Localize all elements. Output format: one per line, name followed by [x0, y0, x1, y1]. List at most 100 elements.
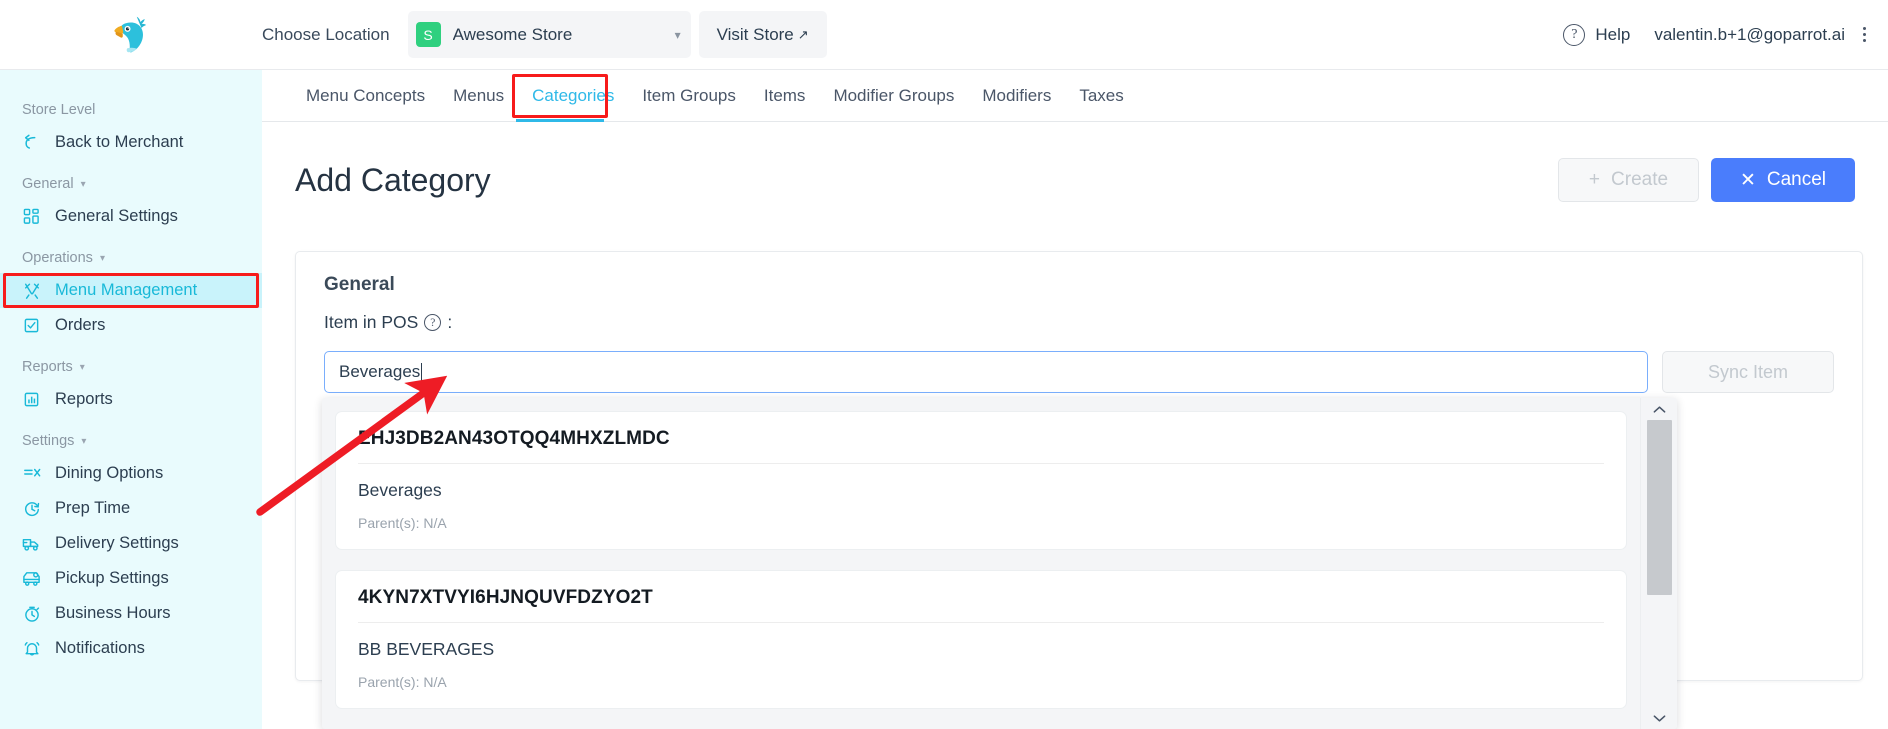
result-id: EHJ3DB2AN43OTQQ4MHXZLMDC	[358, 428, 1604, 464]
sidebar-group-label: Operations	[22, 250, 93, 266]
text-caret	[421, 362, 423, 382]
sidebar-item-label: Back to Merchant	[55, 133, 184, 151]
sidebar-item-menu-management[interactable]: Menu Management	[0, 273, 262, 308]
sidebar-item-delivery-settings[interactable]: Delivery Settings	[0, 526, 262, 561]
tab-modifier-groups[interactable]: Modifier Groups	[819, 71, 968, 121]
result-parents: Parent(s): N/A	[358, 674, 447, 690]
chevron-down-icon: ▾	[674, 27, 681, 42]
item-in-pos-search-row: Beverages Sync Item	[324, 351, 1834, 393]
sidebar-group-operations[interactable]: Operations ▾	[0, 250, 262, 266]
tab-items[interactable]: Items	[750, 71, 820, 121]
result-name: Beverages	[358, 480, 442, 500]
location-select[interactable]: S Awesome Store ▾	[407, 11, 691, 58]
tab-categories[interactable]: Categories	[518, 71, 628, 121]
close-x-icon: ✕	[1739, 169, 1756, 191]
sidebar-item-label: Notifications	[55, 639, 145, 657]
cancel-button[interactable]: ✕ Cancel	[1711, 158, 1855, 202]
sidebar-group-label: Store Level	[22, 102, 96, 118]
chevron-down-icon[interactable]	[1641, 707, 1678, 729]
sidebar-item-business-hours[interactable]: Business Hours	[0, 596, 262, 631]
sidebar-item-label: Pickup Settings	[55, 569, 169, 587]
sidebar-group-label: General	[22, 176, 74, 192]
back-arrow-icon	[22, 133, 41, 152]
chevron-down-icon: ▾	[79, 361, 85, 373]
help-link[interactable]: Help	[1595, 25, 1630, 45]
page-actions: + Create ✕ Cancel	[1558, 158, 1855, 202]
sidebar-item-pickup-settings[interactable]: Pickup Settings	[0, 561, 262, 596]
more-vertical-icon[interactable]	[1855, 23, 1874, 46]
delivery-truck-icon	[22, 534, 41, 553]
sidebar-item-general-settings[interactable]: General Settings	[0, 199, 262, 234]
question-circle-icon[interactable]: ?	[1563, 23, 1586, 46]
user-email-label[interactable]: valentin.b+1@goparrot.ai	[1654, 25, 1845, 45]
choose-location-label: Choose Location	[262, 24, 390, 44]
location-name: Awesome Store	[452, 24, 573, 44]
dropdown-result-item[interactable]: 4KYN7XTVYI6HJNQUVFDZYO2T BB BEVERAGES Pa…	[335, 570, 1627, 709]
question-circle-icon[interactable]: ?	[424, 314, 442, 331]
create-button-label: Create	[1611, 169, 1669, 190]
sidebar-item-reports[interactable]: Reports	[0, 382, 262, 417]
tab-menu-concepts[interactable]: Menu Concepts	[292, 71, 439, 121]
sidebar-item-label: Business Hours	[55, 604, 171, 622]
tab-menus[interactable]: Menus	[439, 71, 518, 121]
sidebar-item-notifications[interactable]: Notifications	[0, 631, 262, 666]
sidebar-item-label: General Settings	[55, 207, 178, 225]
dining-options-icon	[22, 464, 41, 483]
app-logo[interactable]	[0, 0, 262, 70]
sidebar-item-orders[interactable]: Orders	[0, 308, 262, 343]
visit-store-label: Visit Store	[716, 24, 794, 44]
tab-item-groups[interactable]: Item Groups	[628, 71, 750, 121]
tab-taxes[interactable]: Taxes	[1065, 71, 1137, 121]
clock-refresh-icon	[22, 499, 41, 518]
result-parents: Parent(s): N/A	[358, 515, 447, 531]
clipboard-check-icon	[22, 316, 41, 335]
scrollbar-track[interactable]	[1641, 420, 1678, 707]
chevron-up-icon[interactable]	[1641, 398, 1678, 420]
pickup-bag-icon	[22, 569, 41, 588]
sidebar: Store Level Back to Merchant General ▾ G…	[0, 70, 262, 729]
result-name: BB BEVERAGES	[358, 639, 495, 659]
sidebar-group-label: Settings	[22, 433, 75, 449]
sidebar-group-settings[interactable]: Settings ▾	[0, 433, 262, 449]
create-button[interactable]: + Create	[1558, 158, 1699, 202]
plus-icon: +	[1588, 169, 1601, 190]
sync-item-button[interactable]: Sync Item	[1662, 351, 1834, 393]
external-link-icon: ↗	[797, 26, 809, 42]
dropdown-scrollbar[interactable]	[1640, 398, 1677, 729]
sidebar-group-general[interactable]: General ▾	[0, 176, 262, 192]
sidebar-group-reports[interactable]: Reports ▾	[0, 359, 262, 375]
result-id: 4KYN7XTVYI6HJNQUVFDZYO2T	[358, 587, 1604, 623]
item-in-pos-colon: :	[447, 312, 453, 332]
app-header: Choose Location S Awesome Store ▾ Visit …	[0, 0, 1888, 70]
store-badge: S	[415, 22, 441, 47]
cancel-button-label: Cancel	[1766, 169, 1827, 190]
sidebar-item-dining-options[interactable]: Dining Options	[0, 456, 262, 491]
dropdown-result-item[interactable]: EHJ3DB2AN43OTQQ4MHXZLMDC Beverages Paren…	[335, 411, 1627, 550]
sidebar-item-back-to-merchant[interactable]: Back to Merchant	[0, 125, 262, 160]
fork-knife-icon	[22, 281, 41, 300]
parrot-logo-icon	[114, 16, 147, 52]
bar-chart-icon	[22, 390, 41, 409]
visit-store-button[interactable]: Visit Store ↗	[698, 11, 827, 58]
grid-squares-icon	[22, 207, 41, 226]
menu-management-tabs: Menu Concepts Menus Categories Item Grou…	[262, 70, 1888, 122]
item-in-pos-label: Item in POS	[324, 312, 419, 332]
stopwatch-icon	[22, 604, 41, 623]
sidebar-item-label: Dining Options	[55, 464, 164, 482]
sidebar-item-label: Orders	[55, 316, 106, 334]
pos-item-search-dropdown: EHJ3DB2AN43OTQQ4MHXZLMDC Beverages Paren…	[322, 398, 1677, 729]
header-right-cluster: ? Help valentin.b+1@goparrot.ai	[1563, 23, 1888, 46]
sync-item-label: Sync Item	[1708, 361, 1789, 382]
tab-active-underline	[516, 119, 604, 122]
item-in-pos-search-input[interactable]: Beverages	[324, 351, 1649, 393]
bell-icon	[22, 639, 41, 658]
general-section-heading: General	[324, 274, 395, 295]
scrollbar-thumb[interactable]	[1646, 420, 1672, 595]
chevron-down-icon: ▾	[99, 252, 105, 264]
sidebar-item-prep-time[interactable]: Prep Time	[0, 491, 262, 526]
sidebar-group-store-level: Store Level	[0, 102, 262, 118]
tab-modifiers[interactable]: Modifiers	[968, 71, 1065, 121]
sidebar-item-label: Prep Time	[55, 499, 131, 517]
page-header: Add Category + Create ✕ Cancel	[262, 122, 1888, 202]
chevron-down-icon: ▾	[81, 435, 87, 447]
